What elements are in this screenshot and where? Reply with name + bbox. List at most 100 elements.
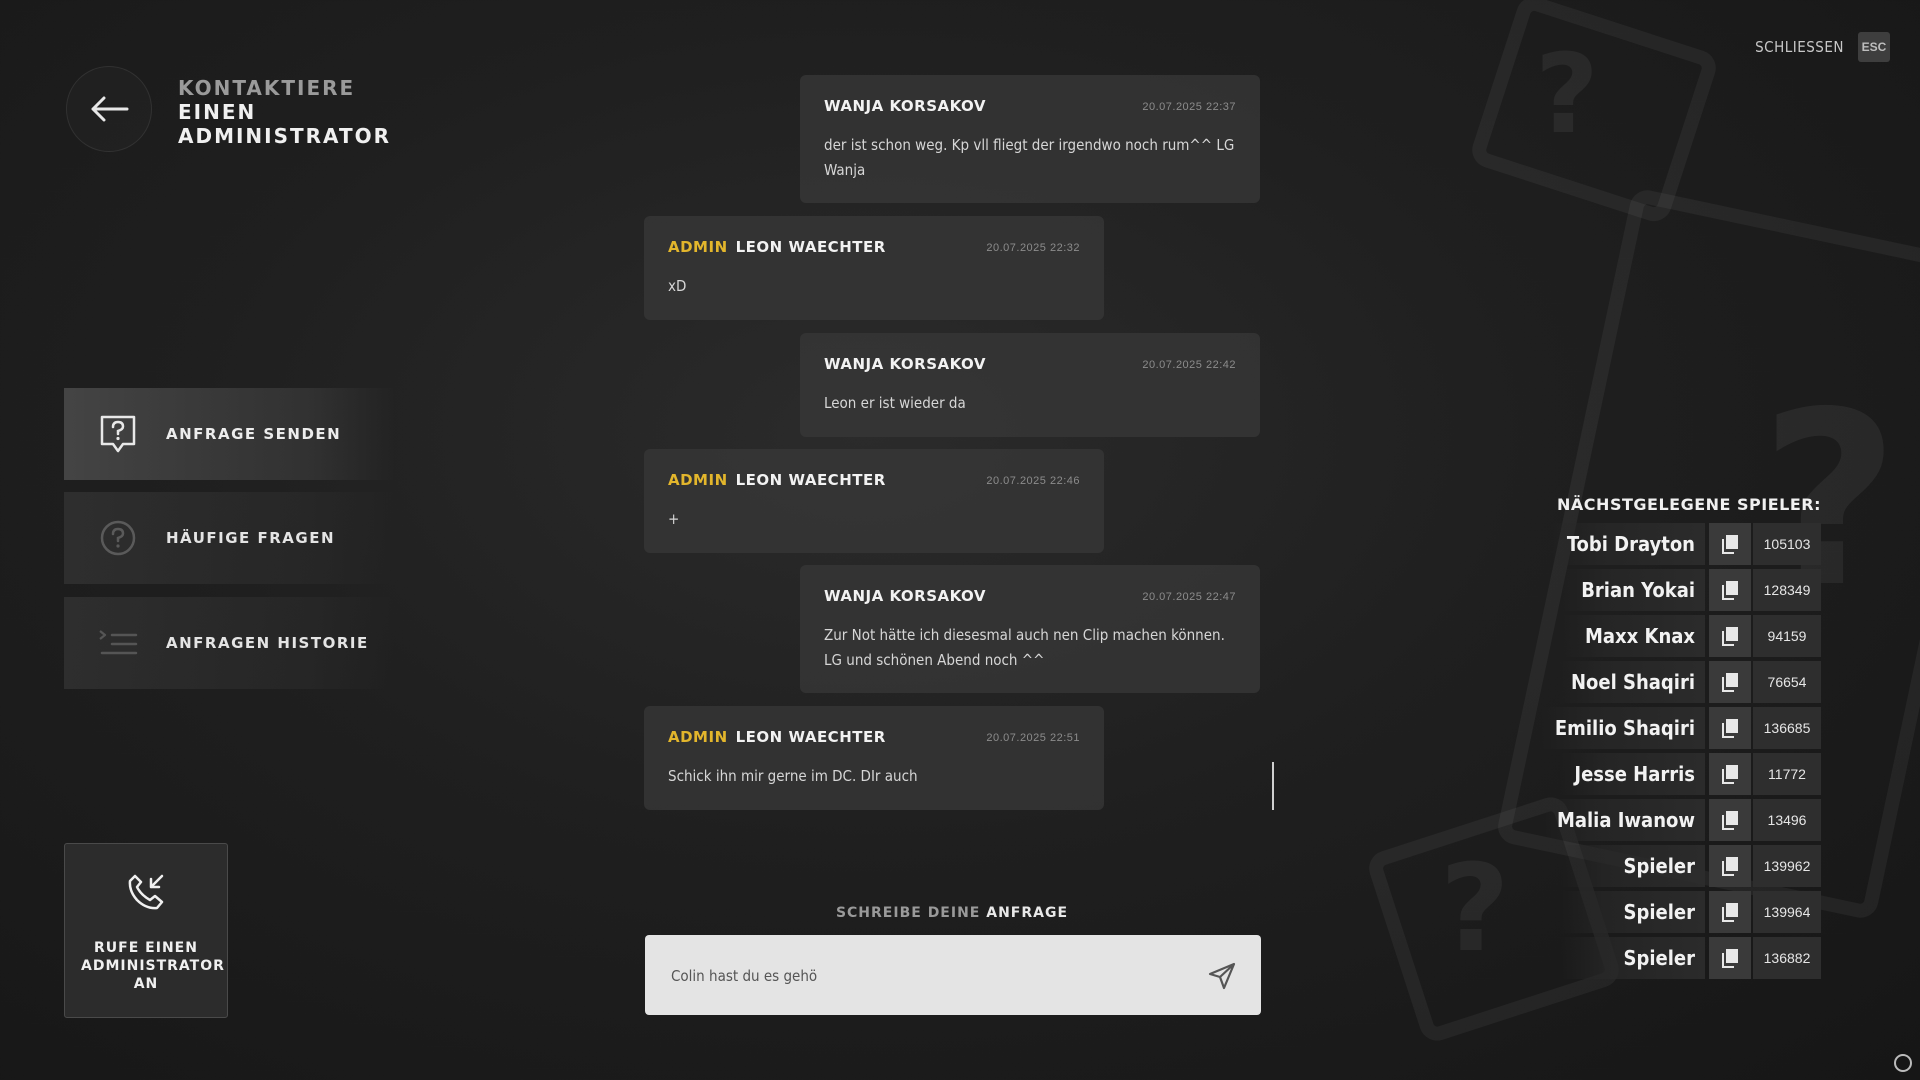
- arrow-left-icon: [91, 96, 129, 122]
- list-icon: [98, 623, 138, 663]
- player-name: Maxx Knax: [1561, 615, 1705, 657]
- copy-icon: [1722, 811, 1738, 830]
- player-id: 94159: [1753, 615, 1821, 657]
- sidebar-item-label: HÄUFIGE FRAGEN: [166, 529, 336, 547]
- message-author: WANJA KORSAKOV: [824, 587, 987, 605]
- player-id: 76654: [1753, 661, 1821, 703]
- player-id: 139964: [1753, 891, 1821, 933]
- sidebar-item-anfrage-senden[interactable]: ANFRAGE SENDEN: [64, 388, 394, 480]
- player-name: Spieler: [1561, 891, 1705, 933]
- player-row: Spieler 139962: [1561, 845, 1821, 887]
- message-time: 20.07.2025 22:37: [1142, 101, 1236, 113]
- write-label-emphasis: ANFRAGE: [986, 905, 1069, 921]
- message-text: Leon er ist wieder da: [824, 394, 966, 412]
- admin-badge: ADMIN: [668, 728, 728, 746]
- title-line-2: EINEN: [178, 100, 257, 124]
- request-input-value[interactable]: Colin hast du es gehö: [671, 967, 817, 985]
- copy-icon: [1722, 719, 1738, 738]
- paper-plane-icon: [1208, 962, 1236, 990]
- player-name: Spieler: [1561, 937, 1705, 979]
- copy-id-button[interactable]: [1709, 845, 1751, 887]
- message-header: ADMIN LEON WAECHTER: [668, 238, 886, 256]
- message-header: ADMIN LEON WAECHTER: [668, 471, 886, 489]
- message-text: +: [668, 510, 680, 528]
- player-id: 13496: [1753, 799, 1821, 841]
- player-row: Noel Shaqiri 76654: [1556, 661, 1821, 703]
- message-author: LEON WAECHTER: [735, 471, 886, 489]
- send-button[interactable]: [1205, 959, 1239, 993]
- chat-message: ADMIN LEON WAECHTER 20.07.2025 22:32 xD: [644, 216, 1104, 320]
- copy-icon: [1722, 765, 1738, 784]
- nearby-players-title: NÄCHSTGELEGENE SPIELER:: [1557, 495, 1821, 514]
- copy-id-button[interactable]: [1709, 753, 1751, 795]
- background-question-mark: ?: [1440, 840, 1510, 979]
- message-time: 20.07.2025 22:47: [1142, 591, 1236, 603]
- player-id: 136882: [1753, 937, 1821, 979]
- copy-id-button[interactable]: [1709, 891, 1751, 933]
- copy-icon: [1722, 949, 1738, 968]
- copy-id-button[interactable]: [1709, 707, 1751, 749]
- player-id: 139962: [1753, 845, 1821, 887]
- copy-id-button[interactable]: [1709, 569, 1751, 611]
- player-name: Jesse Harris: [1560, 753, 1705, 795]
- message-time: 20.07.2025 22:32: [986, 242, 1080, 254]
- copy-icon: [1722, 857, 1738, 876]
- player-row: Malia Iwanow 13496: [1542, 799, 1821, 841]
- copy-icon: [1722, 581, 1738, 600]
- player-row: Jesse Harris 11772: [1560, 753, 1821, 795]
- close-control[interactable]: SCHLIESSEN ESC: [1755, 32, 1890, 62]
- message-text: Zur Not hätte ich diesesmal auch nen Cli…: [824, 626, 1225, 669]
- sidebar-item-anfragen-historie[interactable]: ANFRAGEN HISTORIE: [64, 597, 394, 689]
- chat-message: ADMIN LEON WAECHTER 20.07.2025 22:46 +: [644, 449, 1104, 553]
- write-request-label: SCHREIBE DEINE ANFRAGE: [644, 905, 1260, 921]
- call-admin-button[interactable]: RUFE EINEN ADMINISTRATOR AN: [64, 843, 228, 1018]
- chat-message: WANJA KORSAKOV 20.07.2025 22:42 Leon er …: [800, 333, 1260, 437]
- message-time: 20.07.2025 22:46: [986, 475, 1080, 487]
- background-question-mark: ?: [1535, 30, 1599, 158]
- message-text: xD: [668, 277, 687, 295]
- request-input[interactable]: Colin hast du es gehö: [645, 935, 1261, 1015]
- message-author: WANJA KORSAKOV: [824, 97, 987, 115]
- call-admin-label: RUFE EINEN ADMINISTRATOR AN: [81, 940, 225, 992]
- player-row: Maxx Knax 94159: [1561, 615, 1821, 657]
- esc-key-badge[interactable]: ESC: [1858, 32, 1890, 62]
- copy-id-button[interactable]: [1709, 799, 1751, 841]
- title-line-1: KONTAKTIERE: [178, 76, 356, 100]
- message-author: LEON WAECHTER: [735, 238, 886, 256]
- copy-id-button[interactable]: [1709, 615, 1751, 657]
- sidebar-item-haeufige-fragen[interactable]: HÄUFIGE FRAGEN: [64, 492, 394, 584]
- question-bubble-icon: [98, 414, 138, 454]
- message-text: Schick ihn mir gerne im DC. DIr auch: [668, 767, 918, 785]
- player-row: Spieler 139964: [1561, 891, 1821, 933]
- chat-scrollbar[interactable]: [1272, 762, 1274, 810]
- close-label[interactable]: SCHLIESSEN: [1755, 38, 1844, 56]
- page-title: KONTAKTIERE EINEN ADMINISTRATOR: [178, 76, 391, 148]
- back-button[interactable]: [66, 66, 152, 152]
- player-id: 128349: [1753, 569, 1821, 611]
- player-name: Noel Shaqiri: [1556, 661, 1705, 703]
- message-header: ADMIN LEON WAECHTER: [668, 728, 886, 746]
- player-name: Spieler: [1561, 845, 1705, 887]
- admin-badge: ADMIN: [668, 238, 728, 256]
- sidebar-item-label: ANFRAGEN HISTORIE: [166, 634, 369, 652]
- title-line-3: ADMINISTRATOR: [178, 124, 392, 148]
- chat-message: ADMIN LEON WAECHTER 20.07.2025 22:51 Schi…: [644, 706, 1104, 810]
- player-row: Brian Yokai 128349: [1561, 569, 1821, 611]
- player-id: 136685: [1753, 707, 1821, 749]
- player-id: 105103: [1753, 523, 1821, 565]
- message-time: 20.07.2025 22:51: [986, 732, 1080, 744]
- chat-message: WANJA KORSAKOV 20.07.2025 22:37 der ist …: [800, 75, 1260, 203]
- copy-icon: [1722, 627, 1738, 646]
- copy-id-button[interactable]: [1709, 937, 1751, 979]
- settings-icon[interactable]: [1894, 1054, 1912, 1072]
- write-label-part: SCHREIBE DEINE: [835, 905, 981, 921]
- player-name: Brian Yokai: [1561, 569, 1705, 611]
- message-time: 20.07.2025 22:42: [1142, 359, 1236, 371]
- copy-id-button[interactable]: [1709, 661, 1751, 703]
- player-name: Emilio Shaqiri: [1540, 707, 1705, 749]
- copy-id-button[interactable]: [1709, 523, 1751, 565]
- phone-incoming-icon: [126, 872, 166, 917]
- player-row: Tobi Drayton 105103: [1552, 523, 1821, 565]
- copy-icon: [1722, 673, 1738, 692]
- message-text: der ist schon weg. Kp vll fliegt der irg…: [824, 136, 1235, 179]
